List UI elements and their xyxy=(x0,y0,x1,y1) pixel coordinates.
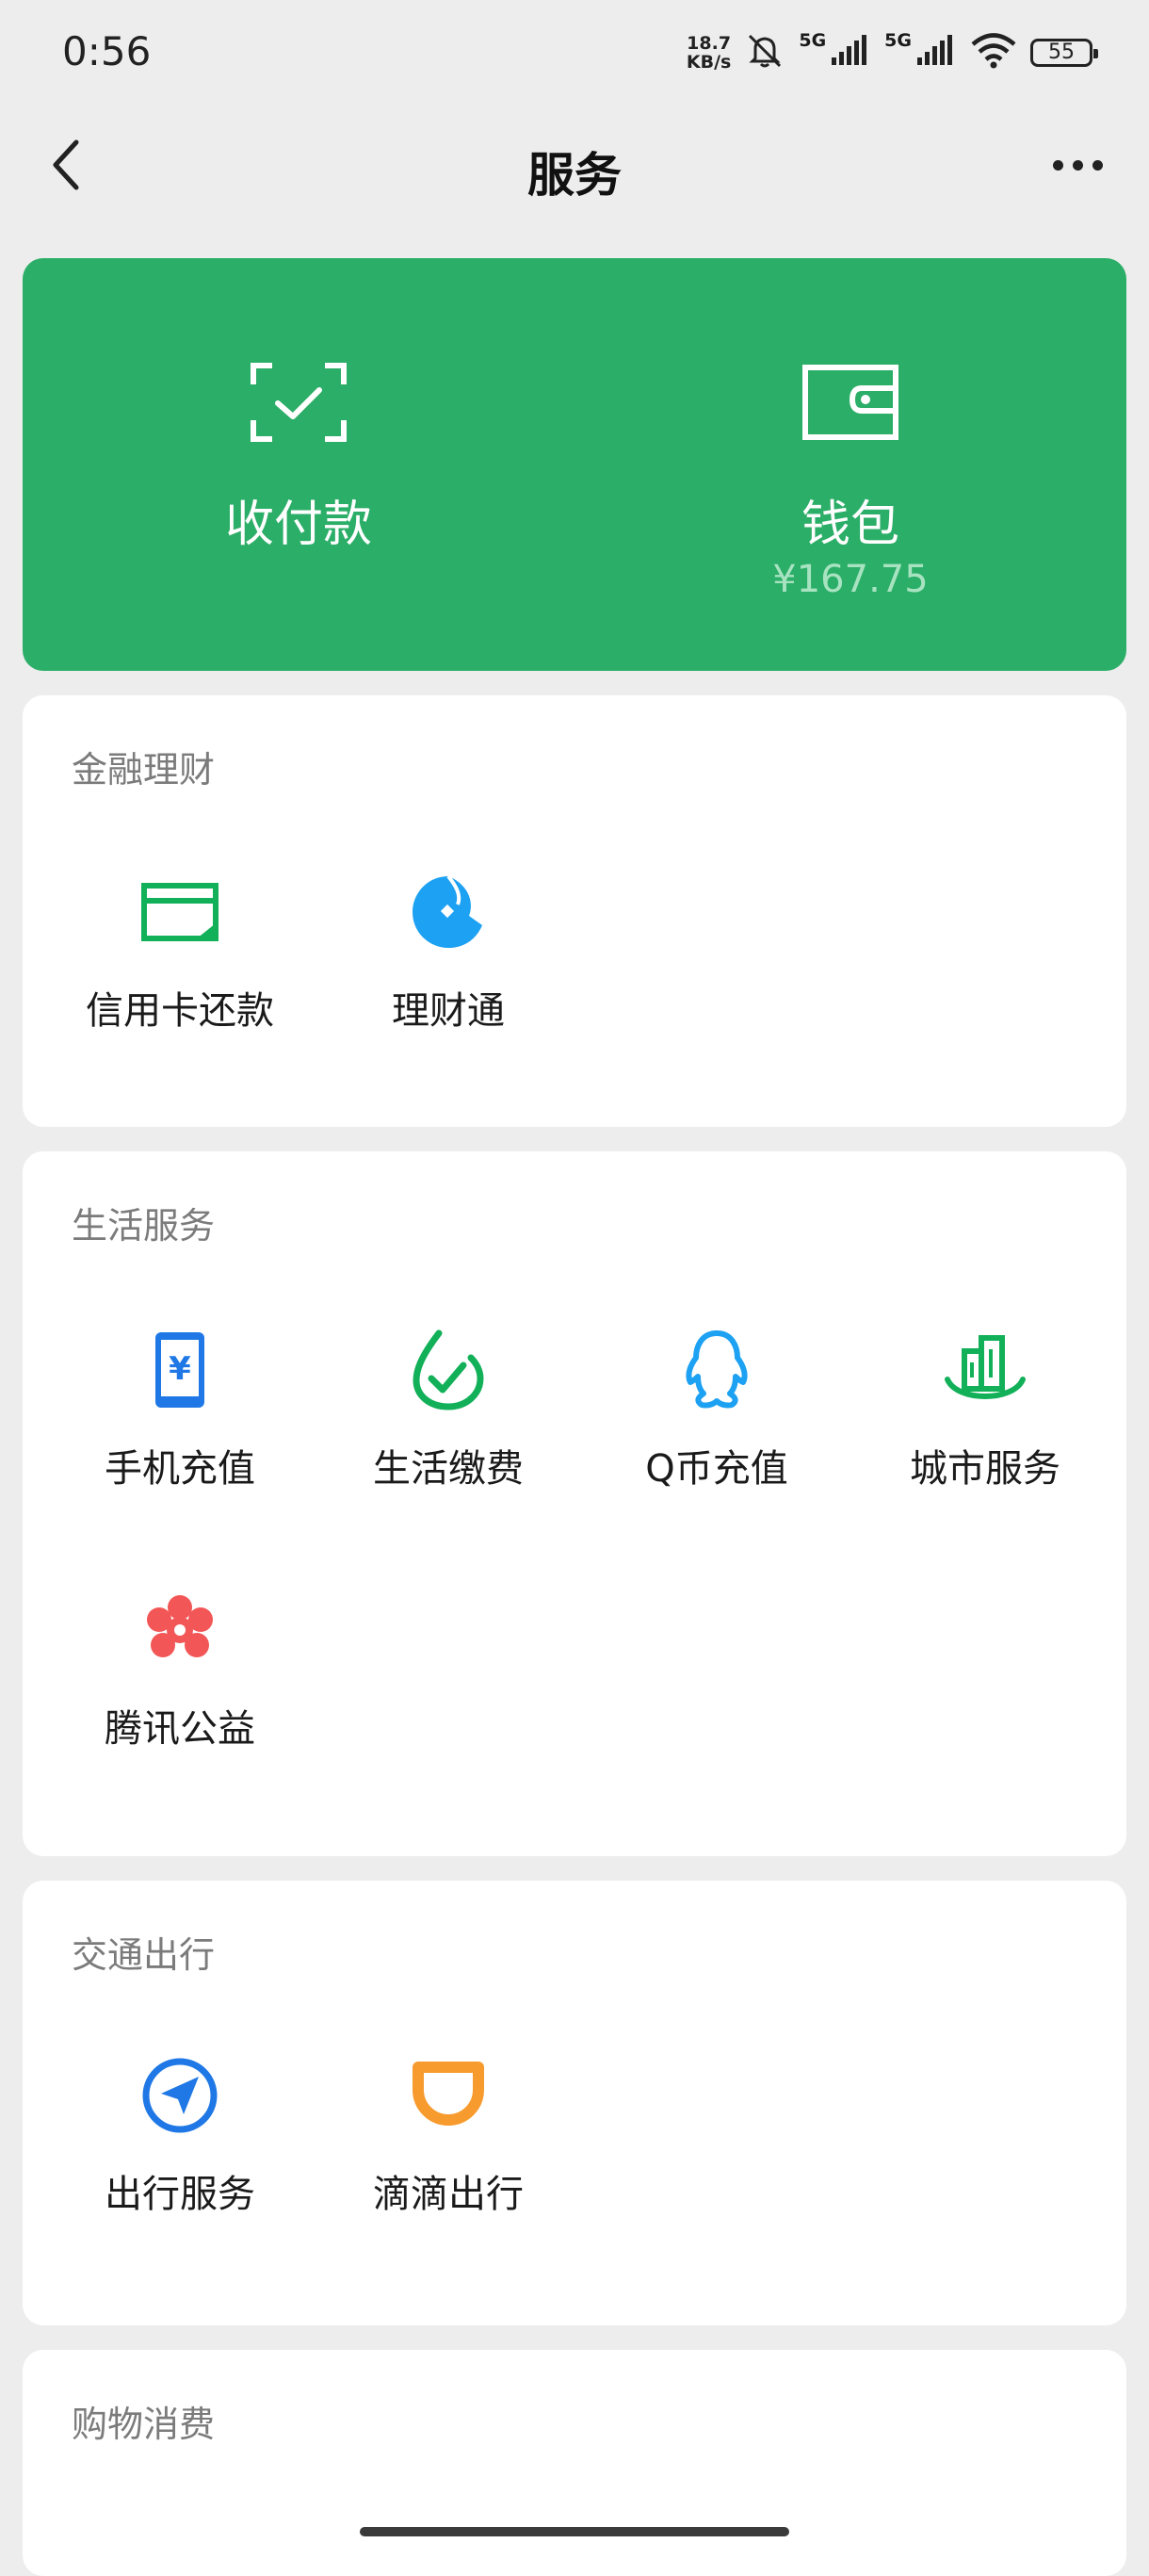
scan-check-icon xyxy=(251,363,347,442)
wallet-label: 钱包 xyxy=(801,497,899,553)
charity-item[interactable]: 腾讯公益 xyxy=(43,1587,316,1813)
nav-bar: 服务 xyxy=(0,104,1149,226)
wealth-item[interactable]: 理财通 xyxy=(312,869,585,1095)
travel-service-icon xyxy=(142,2058,218,2133)
section-finance: 金融理财 信用卡还款 理财通 xyxy=(23,695,1126,1127)
signal-1-icon xyxy=(830,35,871,71)
city-service-icon xyxy=(945,1335,1026,1399)
didi-item[interactable]: 滴滴出行 xyxy=(312,2052,585,2278)
pay-receive-button[interactable]: 收付款 xyxy=(23,258,574,671)
utility-bill-icon xyxy=(413,1329,484,1410)
wallet-icon xyxy=(802,365,898,440)
signal-2-label: 5G xyxy=(884,30,912,51)
section-shopping: 购物消费 xyxy=(23,2350,1126,2576)
item-label: 信用卡还款 xyxy=(86,989,274,1033)
item-label: Q币充值 xyxy=(645,1447,788,1491)
travel-service-item[interactable]: 出行服务 xyxy=(43,2052,316,2278)
signal-1-label: 5G xyxy=(799,30,827,51)
network-speed: 18.7 KB/s xyxy=(686,33,732,73)
section-title: 金融理财 xyxy=(72,749,216,791)
section-title: 购物消费 xyxy=(72,2404,216,2445)
section-life: 生活服务 ¥ 手机充值 生活缴费 Q币充值 城市服务 腾讯公益 xyxy=(23,1151,1126,1856)
wealth-icon xyxy=(413,874,482,948)
svg-text:¥: ¥ xyxy=(169,1350,191,1388)
qq-coin-icon xyxy=(686,1330,748,1409)
phone-topup-icon: ¥ xyxy=(155,1332,204,1408)
status-icons: 18.7 KB/s 5G 5G 55 xyxy=(686,28,1098,77)
page-title: 服务 xyxy=(527,148,622,203)
payment-wallet-card: 收付款 钱包 ¥167.75 xyxy=(23,258,1126,671)
credit-card-icon xyxy=(141,883,218,941)
signal-2-icon xyxy=(915,35,957,71)
charity-icon xyxy=(147,1595,213,1657)
more-dot xyxy=(1092,159,1103,171)
battery-indicator: 55 xyxy=(1030,39,1098,67)
more-dot xyxy=(1072,159,1083,171)
phone-topup-item[interactable]: ¥ 手机充值 xyxy=(43,1327,316,1553)
section-title: 生活服务 xyxy=(72,1205,216,1247)
item-label: 理财通 xyxy=(392,989,505,1033)
item-label: 腾讯公益 xyxy=(105,1707,255,1751)
section-title: 交通出行 xyxy=(72,1934,216,1976)
mute-icon xyxy=(744,30,785,75)
more-options-button[interactable] xyxy=(1040,132,1115,198)
item-label: 出行服务 xyxy=(105,2173,255,2216)
status-bar: 0:56 18.7 KB/s 5G 5G 55 xyxy=(0,0,1149,104)
home-indicator[interactable] xyxy=(360,2527,789,2536)
section-transport: 交通出行 出行服务 滴滴出行 xyxy=(23,1881,1126,2325)
wallet-balance: ¥167.75 xyxy=(772,558,929,601)
utility-bill-item[interactable]: 生活缴费 xyxy=(312,1327,585,1553)
wallet-button[interactable]: 钱包 ¥167.75 xyxy=(574,258,1126,671)
pay-receive-label: 收付款 xyxy=(224,497,372,553)
qq-coin-item[interactable]: Q币充值 xyxy=(580,1327,853,1553)
didi-icon xyxy=(413,2062,484,2126)
status-time: 0:56 xyxy=(62,28,152,74)
wifi-icon xyxy=(970,32,1017,73)
more-dot xyxy=(1052,159,1063,171)
item-label: 手机充值 xyxy=(105,1447,255,1491)
item-label: 生活缴费 xyxy=(373,1447,524,1491)
credit-card-repayment-item[interactable]: 信用卡还款 xyxy=(43,869,316,1095)
city-service-item[interactable]: 城市服务 xyxy=(849,1327,1122,1553)
item-label: 城市服务 xyxy=(910,1447,1060,1491)
item-label: 滴滴出行 xyxy=(373,2173,524,2216)
